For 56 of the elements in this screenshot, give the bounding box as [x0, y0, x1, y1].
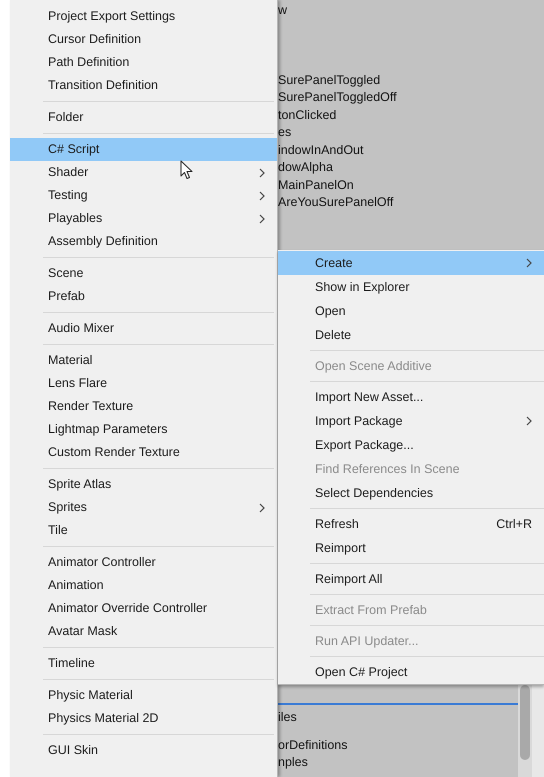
menu-item[interactable]: Render Texture: [10, 395, 277, 418]
asset-list-item: MainPanelOn: [278, 176, 355, 194]
asset-list-item: orDefinitions: [278, 736, 348, 754]
asset-list-item: AreYouSurePanelOff: [278, 194, 394, 211]
menu-item[interactable]: C# Script: [10, 138, 277, 161]
menu-item[interactable]: Folder: [10, 106, 277, 129]
asset-list-item: nples: [278, 754, 309, 771]
menu-item[interactable]: GUI Skin: [10, 739, 277, 762]
menu-item[interactable]: Timeline: [10, 652, 277, 675]
menu-item[interactable]: Import New Asset...: [278, 385, 544, 409]
menu-item[interactable]: Lens Flare: [10, 372, 277, 395]
menu-item[interactable]: Select Dependencies: [278, 481, 544, 505]
asset-list-item: tonClicked: [278, 106, 338, 124]
menu-item[interactable]: Sprite Atlas: [10, 473, 277, 496]
asset-list-item: SurePanelToggled: [278, 72, 382, 89]
scrollbar-thumb[interactable]: [520, 685, 530, 760]
menu-item[interactable]: Show in Explorer: [278, 275, 544, 299]
menu-item[interactable]: Testing: [10, 184, 277, 207]
asset-list-item: indowInAndOut: [278, 142, 364, 158]
asset-list-item: w: [278, 2, 288, 19]
menu-item[interactable]: Playables: [10, 207, 277, 230]
menu-item[interactable]: Material: [10, 349, 277, 372]
asset-list-item: dowAlpha: [278, 159, 334, 176]
menu-item[interactable]: Prefab: [10, 285, 277, 308]
menu-item[interactable]: Assembly Definition: [10, 230, 277, 253]
menu-item[interactable]: Reimport: [278, 536, 544, 560]
menu-item[interactable]: Tile: [10, 519, 277, 542]
menu-item[interactable]: Physics Material 2D: [10, 707, 277, 730]
menu-item[interactable]: Open: [278, 299, 544, 323]
menu-item[interactable]: Lightmap Parameters: [10, 418, 277, 441]
menu-item[interactable]: Cursor Definition: [10, 28, 277, 51]
shortcut-label: Ctrl+R: [496, 516, 532, 533]
menu-item[interactable]: Avatar Mask: [10, 620, 277, 643]
menu-item[interactable]: Delete: [278, 323, 544, 347]
menu-item[interactable]: Refresh Ctrl+R: [278, 512, 544, 536]
menu-item[interactable]: Physic Material: [10, 684, 277, 707]
menu-item[interactable]: Sprites: [10, 496, 277, 519]
menu-item[interactable]: Audio Mixer: [10, 317, 277, 340]
menu-item[interactable]: Custom Render Texture: [10, 441, 277, 464]
menu-item[interactable]: Reimport All: [278, 567, 544, 591]
menu-item[interactable]: Animator Override Controller: [10, 597, 277, 620]
menu-item[interactable]: Scene: [10, 262, 277, 285]
asset-list-item: es: [278, 124, 292, 141]
menu-item[interactable]: Animation: [10, 574, 277, 597]
mouse-cursor-icon: [180, 160, 193, 180]
asset-list-item: iles: [278, 709, 298, 726]
menu-item[interactable]: Transition Definition: [10, 74, 277, 97]
asset-list-item: SurePanelToggledOff: [278, 89, 398, 106]
menu-item[interactable]: Open C# Project: [278, 660, 544, 684]
menu-item[interactable]: Path Definition: [10, 51, 277, 74]
menu-item[interactable]: Animator Controller: [10, 551, 277, 574]
menu-item[interactable]: Create: [278, 251, 544, 275]
menu-item[interactable]: Project Export Settings: [10, 5, 277, 28]
menu-item[interactable]: Shader: [10, 161, 277, 184]
menu-item[interactable]: Export Package...: [278, 433, 544, 457]
menu-item[interactable]: Import Package: [278, 409, 544, 433]
